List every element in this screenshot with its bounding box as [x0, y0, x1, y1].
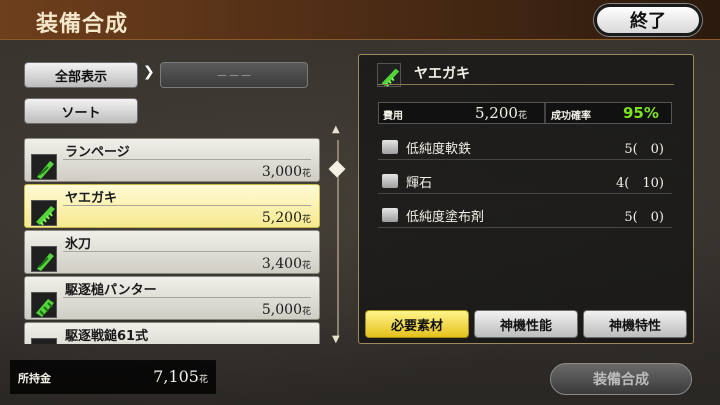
end-button[interactable]: 終了: [594, 4, 702, 36]
money-value: 7,105花: [153, 367, 208, 386]
money-display: 所持金 7,105花: [10, 360, 216, 394]
item-price: 3,000花: [261, 164, 311, 180]
item-name: 氷刀: [65, 237, 92, 252]
item-name: ヤエガキ: [65, 191, 118, 206]
material-name: 低純度塗布剤: [406, 210, 485, 225]
list-item[interactable]: 駆逐槌パンター 5,000花: [24, 276, 320, 320]
divider: [63, 297, 311, 298]
divider: [63, 251, 311, 252]
hammer-icon: [31, 292, 57, 318]
divider: [378, 84, 674, 85]
list-item[interactable]: ランページ 3,000花: [24, 138, 320, 182]
ingot-icon: [382, 208, 398, 222]
divider: [63, 205, 311, 206]
weapon-list[interactable]: ランページ 3,000花 ヤエガキ 5,200花 氷刀 3,400花 駆逐槌パン…: [24, 130, 322, 344]
money-label: 所持金: [18, 372, 51, 385]
blade-icon: [31, 246, 57, 272]
detail-name: ヤエガキ: [414, 66, 470, 82]
tab-performance[interactable]: 神機性能: [474, 310, 578, 338]
filter-arrow-icon: ❯: [143, 64, 155, 80]
divider: [544, 103, 546, 123]
blade-icon: [31, 154, 57, 180]
cost-value: 5,200花: [475, 104, 527, 122]
cost-label: 費用: [383, 111, 403, 122]
blade-icon: [31, 200, 57, 226]
filter-select[interactable]: －－－: [160, 62, 308, 88]
material-row: 低純度塗布剤 5( 0): [378, 202, 672, 228]
divider: [63, 159, 311, 160]
scroll-down-icon[interactable]: ▼: [332, 334, 340, 345]
hammer-icon: [31, 338, 57, 344]
material-row: 輝石 4( 10): [378, 168, 672, 194]
list-item-selected[interactable]: ヤエガキ 5,200花: [24, 184, 320, 228]
ingot-icon: [382, 174, 398, 188]
material-name: 低純度軟鉄: [406, 142, 472, 157]
list-item[interactable]: 駆逐戦鎚61式: [24, 322, 320, 344]
material-row: 低純度軟鉄 5( 0): [378, 134, 672, 160]
item-price: 5,000花: [261, 302, 311, 318]
material-qty: 4( 10): [616, 176, 664, 191]
list-item[interactable]: 氷刀 3,400花: [24, 230, 320, 274]
cost-bar: 費用 5,200花 成功確率 95%: [378, 102, 672, 124]
show-all-button[interactable]: 全部表示: [24, 62, 138, 88]
tab-traits[interactable]: 神機特性: [583, 310, 687, 338]
tab-required-materials[interactable]: 必要素材: [365, 310, 469, 338]
detail-panel: [358, 54, 694, 344]
ingot-icon: [382, 140, 398, 154]
header-bar: 装備合成 終了: [0, 0, 720, 40]
item-price: 3,400花: [261, 256, 311, 272]
material-qty: 5( 0): [624, 210, 664, 225]
success-rate-label: 成功確率: [551, 111, 591, 122]
material-name: 輝石: [406, 176, 433, 191]
success-rate-value: 95%: [623, 104, 659, 122]
item-name: 駆逐槌パンター: [65, 283, 157, 298]
synthesize-button[interactable]: 装備合成: [550, 363, 692, 395]
scroll-up-icon[interactable]: ▲: [332, 124, 340, 135]
item-name: ランページ: [65, 145, 130, 160]
page-title: 装備合成: [36, 12, 129, 37]
item-name: 駆逐戦鎚61式: [65, 329, 149, 344]
material-qty: 5( 0): [624, 142, 664, 157]
sort-button[interactable]: ソート: [24, 98, 138, 124]
item-price: 5,200花: [261, 210, 311, 226]
